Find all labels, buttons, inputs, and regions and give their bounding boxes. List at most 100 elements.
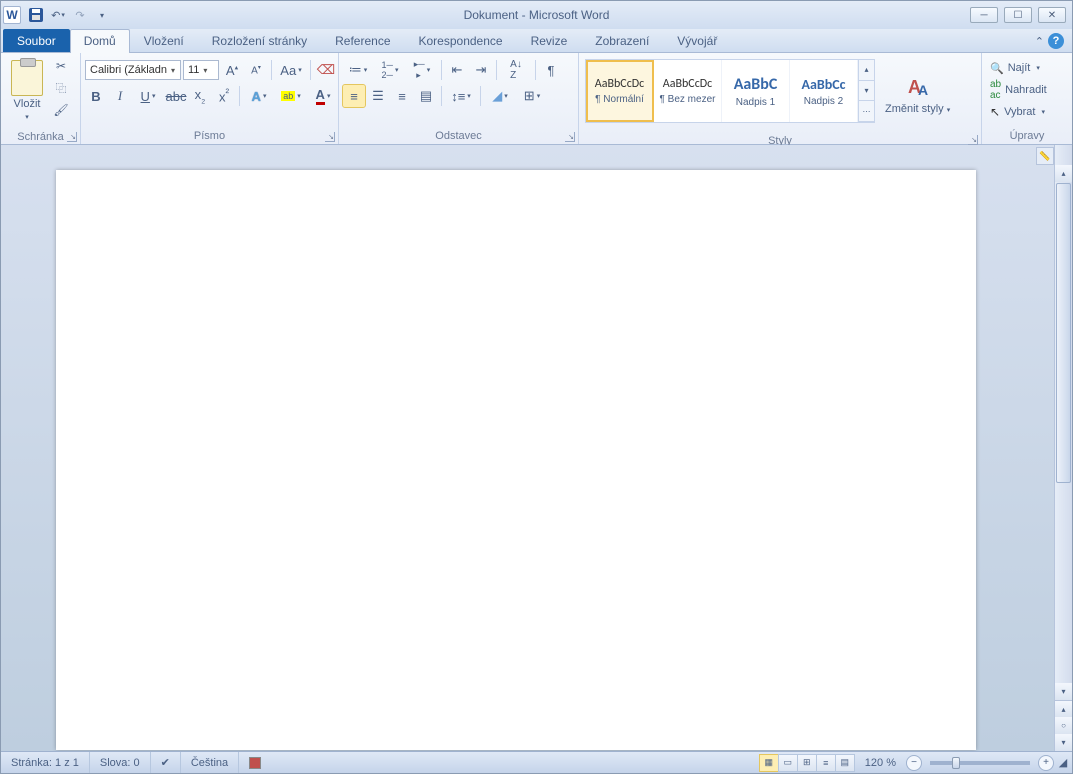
- style-name: ¶ Normální: [595, 94, 644, 105]
- style-item-2[interactable]: AaBbCNadpis 1: [722, 60, 790, 122]
- fullscreen-reading-view-button[interactable]: ▭: [778, 754, 798, 772]
- save-button[interactable]: [26, 5, 46, 25]
- ruler-toggle-button[interactable]: 📏: [1036, 147, 1054, 165]
- gallery-more[interactable]: ⋯: [858, 101, 874, 122]
- strikethrough-button[interactable]: abc: [165, 85, 187, 107]
- replace-button[interactable]: abacNahradit: [986, 79, 1051, 101]
- scroll-down-button[interactable]: ▾: [1055, 683, 1072, 700]
- format-painter-button[interactable]: 🖌: [51, 100, 71, 120]
- redo-button[interactable]: ↷: [70, 5, 90, 25]
- style-item-3[interactable]: AaBbCcNadpis 2: [790, 60, 858, 122]
- styles-dialog-launcher[interactable]: ↘: [968, 135, 978, 145]
- superscript-button[interactable]: x²: [213, 85, 235, 107]
- bold-button[interactable]: B: [85, 85, 107, 107]
- border-icon: ⊞: [524, 88, 535, 104]
- font-size-combo[interactable]: 11▾: [183, 60, 219, 80]
- help-button[interactable]: ?: [1048, 33, 1064, 49]
- gallery-down[interactable]: ▾: [858, 81, 874, 102]
- multilevel-button[interactable]: ▸─ ▸▾: [407, 59, 437, 81]
- titlebar: W ↶▾ ↷ ▾ Dokument - Microsoft Word ─ ☐ ✕: [1, 1, 1072, 29]
- shading-button[interactable]: ◢▾: [485, 85, 515, 107]
- web-layout-view-button[interactable]: ⊞: [797, 754, 817, 772]
- tab-view[interactable]: Zobrazení: [581, 29, 663, 52]
- scroll-thumb[interactable]: [1056, 183, 1071, 483]
- replace-icon: abac: [990, 79, 1001, 101]
- change-case-button[interactable]: Aa▾: [276, 59, 306, 81]
- vertical-scrollbar[interactable]: ▴ ▾ ▴ ○ ▾: [1054, 145, 1072, 751]
- font-dialog-launcher[interactable]: ↘: [325, 132, 335, 142]
- zoom-level[interactable]: 120 %: [865, 757, 896, 769]
- zoom-slider[interactable]: [930, 761, 1030, 765]
- subscript-button[interactable]: x₂: [189, 85, 211, 107]
- browse-object-button[interactable]: ○: [1055, 717, 1072, 734]
- grow-font-button[interactable]: A▴: [221, 59, 243, 81]
- align-center-button[interactable]: ☰: [367, 85, 389, 107]
- status-page[interactable]: Stránka: 1 z 1: [1, 752, 90, 773]
- change-styles-button[interactable]: AA Změnit styly ▾: [879, 59, 956, 129]
- gallery-up[interactable]: ▴: [858, 60, 874, 81]
- style-item-0[interactable]: AaBbCcDc¶ Normální: [586, 60, 654, 122]
- italic-button[interactable]: I: [109, 85, 131, 107]
- maximize-button[interactable]: ☐: [1004, 7, 1032, 23]
- tab-review[interactable]: Revize: [517, 29, 582, 52]
- draft-view-button[interactable]: ▤: [835, 754, 855, 772]
- document-canvas[interactable]: 📏: [1, 145, 1054, 751]
- status-macro[interactable]: [239, 752, 271, 773]
- show-marks-button[interactable]: ¶: [540, 59, 562, 81]
- tab-insert[interactable]: Vložení: [130, 29, 198, 52]
- increase-indent-button[interactable]: ⇥: [470, 59, 492, 81]
- outline-view-button[interactable]: ≡: [816, 754, 836, 772]
- align-left-button[interactable]: ≡: [343, 85, 365, 107]
- close-button[interactable]: ✕: [1038, 7, 1066, 23]
- resize-grip[interactable]: ◢: [1054, 756, 1072, 769]
- tab-references[interactable]: Reference: [321, 29, 404, 52]
- clipboard-dialog-launcher[interactable]: ↘: [67, 132, 77, 142]
- line-spacing-button[interactable]: ↕≡▾: [446, 85, 476, 107]
- prev-page-button[interactable]: ▴: [1055, 700, 1072, 717]
- bullets-button[interactable]: ≔▾: [343, 59, 373, 81]
- underline-button[interactable]: U▾: [133, 85, 163, 107]
- numbering-button[interactable]: 1─2─▾: [375, 59, 405, 81]
- scroll-up-button[interactable]: ▴: [1055, 165, 1072, 182]
- style-item-1[interactable]: AaBbCcDc¶ Bez mezer: [654, 60, 722, 122]
- font-name-combo[interactable]: Calibri (Základn▾: [85, 60, 181, 80]
- paste-button[interactable]: Vložit▾: [5, 56, 49, 126]
- print-layout-view-button[interactable]: ▦: [759, 754, 779, 772]
- file-tab[interactable]: Soubor: [3, 29, 70, 52]
- zoom-out-button[interactable]: −: [906, 755, 922, 771]
- group-editing: 🔍Najít▾ abacNahradit ↖Vybrat▾ Úpravy: [982, 53, 1072, 144]
- cut-button[interactable]: ✂: [51, 56, 71, 76]
- clear-formatting-button[interactable]: ⌫: [315, 59, 337, 81]
- text-effects-button[interactable]: A▾: [244, 85, 274, 107]
- zoom-knob[interactable]: [952, 757, 960, 769]
- font-color-button[interactable]: A▾: [308, 85, 338, 107]
- copy-button[interactable]: ⿻: [51, 78, 71, 98]
- word-logo-icon[interactable]: W: [3, 6, 21, 24]
- highlight-button[interactable]: ab▾: [276, 85, 306, 107]
- shrink-font-button[interactable]: A▾: [245, 59, 267, 81]
- minimize-ribbon-button[interactable]: ⌃: [1035, 35, 1044, 48]
- highlight-icon: ab: [281, 91, 295, 101]
- align-right-button[interactable]: ≡: [391, 85, 413, 107]
- paragraph-dialog-launcher[interactable]: ↘: [565, 132, 575, 142]
- justify-button[interactable]: ▤: [415, 85, 437, 107]
- indent-icon: ⇥: [476, 62, 487, 78]
- undo-button[interactable]: ↶▾: [48, 5, 68, 25]
- decrease-indent-button[interactable]: ⇤: [446, 59, 468, 81]
- borders-button[interactable]: ⊞▾: [517, 85, 547, 107]
- status-language[interactable]: Čeština: [181, 752, 239, 773]
- qat-customize-button[interactable]: ▾: [92, 5, 112, 25]
- select-button[interactable]: ↖Vybrat▾: [986, 101, 1049, 123]
- find-button[interactable]: 🔍Najít▾: [986, 57, 1044, 79]
- sort-button[interactable]: A↓Z: [501, 59, 531, 81]
- status-proofing[interactable]: ✔: [151, 752, 181, 773]
- minimize-button[interactable]: ─: [970, 7, 998, 23]
- tab-developer[interactable]: Vývojář: [663, 29, 731, 52]
- page[interactable]: [56, 170, 976, 750]
- next-page-button[interactable]: ▾: [1055, 734, 1072, 751]
- tab-layout[interactable]: Rozložení stránky: [198, 29, 321, 52]
- status-words[interactable]: Slova: 0: [90, 752, 151, 773]
- zoom-in-button[interactable]: +: [1038, 755, 1054, 771]
- tab-mailings[interactable]: Korespondence: [405, 29, 517, 52]
- tab-home[interactable]: Domů: [70, 29, 130, 52]
